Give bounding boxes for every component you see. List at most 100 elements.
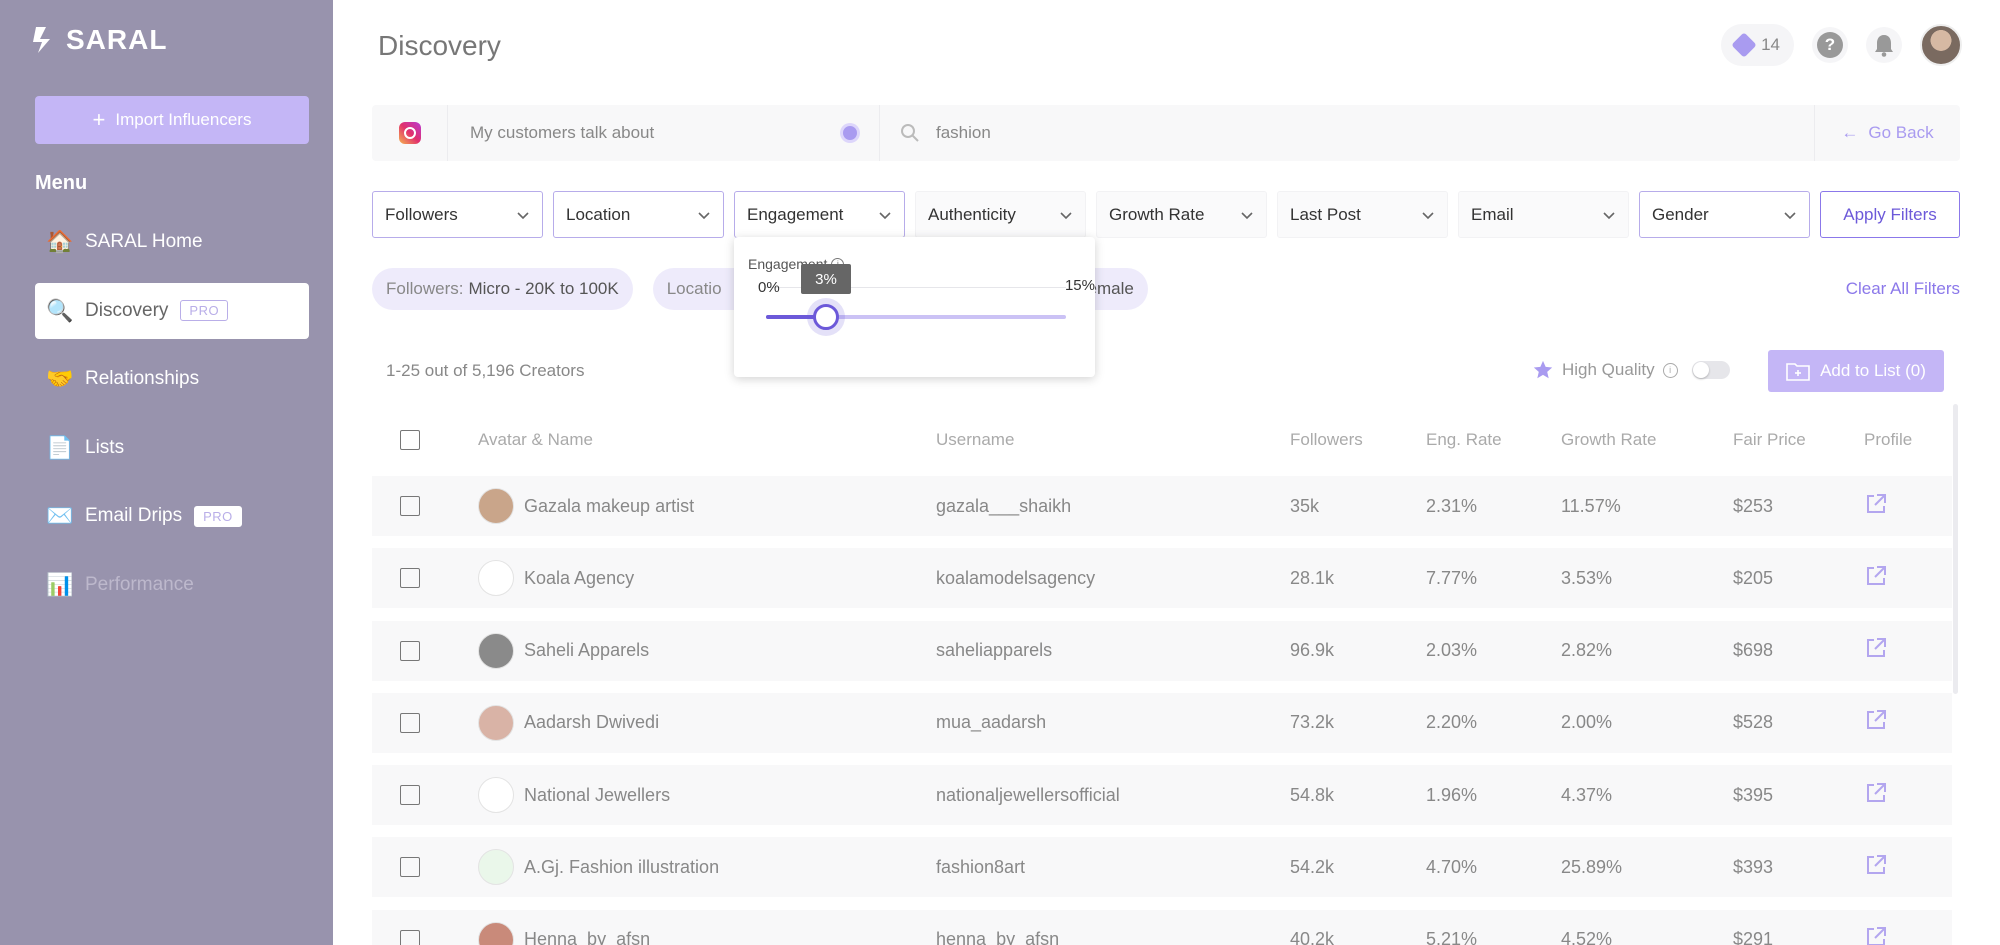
import-influencers-button[interactable]: + Import Influencers	[35, 96, 309, 144]
followers-cell: 35k	[1290, 495, 1320, 516]
table-row[interactable]: National Jewellers nationaljewellersoffi…	[372, 765, 1952, 826]
sidebar-item-saral-home[interactable]: 🏠 SARAL Home	[35, 214, 309, 270]
row-checkbox[interactable]	[400, 712, 420, 733]
fair-price-cell: $393	[1733, 856, 1774, 877]
filter-authenticity[interactable]: Authenticity	[915, 191, 1086, 238]
plus-icon: +	[92, 107, 106, 132]
diamond-icon	[1731, 32, 1757, 58]
creator-name: Saheli Apparels	[524, 640, 650, 661]
results-count: 1-25 out of 5,196 Creators	[386, 361, 585, 380]
creator-name: National Jewellers	[524, 784, 671, 805]
go-back-button[interactable]: ← Go Back	[1814, 105, 1960, 161]
brand-logo[interactable]: SARAL	[30, 24, 167, 56]
table-row[interactable]: A.Gj. Fashion illustration fashion8art 5…	[372, 837, 1952, 898]
creator-name-cell[interactable]: Saheli Apparels	[478, 632, 650, 669]
select-all-checkbox[interactable]	[400, 430, 420, 450]
creator-avatar	[478, 560, 514, 597]
saral-logo-icon	[33, 27, 50, 53]
creator-name-cell[interactable]: Gazala makeup artist	[478, 488, 694, 524]
creator-name: Henna_by_afsn	[524, 929, 651, 945]
sidebar-item-relationships[interactable]: 🤝 Relationships	[35, 351, 309, 407]
filter-label: Last Post	[1290, 204, 1361, 224]
creator-name-cell[interactable]: Koala Agency	[478, 560, 634, 597]
fair-price-cell: $698	[1733, 640, 1774, 661]
eng-rate-cell: 1.96%	[1426, 784, 1478, 805]
creator-name-cell[interactable]: National Jewellers	[478, 777, 671, 814]
filter-followers[interactable]: Followers	[372, 191, 543, 238]
growth-rate-cell: 4.37%	[1561, 784, 1613, 805]
credits-badge[interactable]: 14	[1721, 24, 1794, 66]
sidebar-nav: 🏠 SARAL Home 🔍 Discovery PRO 🤝 Relations…	[35, 214, 309, 625]
info-icon[interactable]: i	[1662, 362, 1678, 378]
external-link-icon	[1867, 638, 1886, 658]
external-link-icon	[1867, 927, 1886, 945]
engagement-slider[interactable]	[766, 304, 1066, 330]
filter-email[interactable]: Email	[1458, 191, 1629, 238]
platform-selector[interactable]	[372, 105, 448, 161]
creator-name-cell[interactable]: Aadarsh Dwivedi	[478, 704, 659, 741]
sidebar-item-email-drips[interactable]: ✉️ Email Drips PRO	[35, 488, 309, 544]
filter-label: Engagement	[747, 204, 844, 224]
creator-avatar	[478, 488, 514, 524]
open-profile-button[interactable]	[1864, 925, 1888, 945]
row-checkbox[interactable]	[400, 568, 420, 589]
eng-rate-cell: 2.03%	[1426, 640, 1478, 661]
table-row[interactable]: Aadarsh Dwivedi mua_aadarsh 73.2k 2.20% …	[372, 692, 1952, 753]
sidebar-item-performance[interactable]: 📊 Performance	[35, 557, 309, 613]
table-row[interactable]: Gazala makeup artist gazala___shaikh 35k…	[372, 476, 1952, 536]
go-back-label: Go Back	[1868, 123, 1934, 142]
row-checkbox[interactable]	[400, 929, 420, 945]
sidebar-item-lists[interactable]: 📄 Lists	[35, 420, 309, 476]
username-cell: koalamodelsagency	[936, 567, 1096, 588]
high-quality-toggle[interactable]	[1691, 361, 1730, 379]
row-checkbox[interactable]	[400, 496, 420, 516]
notifications-button[interactable]	[1866, 27, 1902, 63]
open-profile-button[interactable]	[1864, 781, 1888, 810]
filter-label: Gender	[1652, 204, 1709, 224]
clear-all-filters-link[interactable]: Clear All Filters	[1846, 279, 1960, 299]
slider-min-label: 0%	[758, 279, 780, 296]
high-quality-toggle-group: High Quality i	[1532, 359, 1730, 381]
add-to-list-button[interactable]: Add to List (0)	[1768, 350, 1944, 392]
creator-avatar	[478, 921, 514, 945]
apply-filters-button[interactable]: Apply Filters	[1820, 191, 1960, 238]
user-avatar[interactable]	[1920, 24, 1962, 66]
row-checkbox[interactable]	[400, 857, 420, 878]
filter-label: Followers	[385, 204, 458, 224]
creator-name-cell[interactable]: A.Gj. Fashion illustration	[478, 849, 720, 886]
table-row[interactable]: Henna_by_afsn henna_by_afsn 40.2k 5.21% …	[372, 909, 1952, 945]
search-mode-selector[interactable]: My customers talk about	[448, 105, 880, 161]
filter-location[interactable]: Location	[553, 191, 724, 238]
question-icon: ?	[1817, 32, 1843, 58]
filter-gender[interactable]: Gender	[1639, 191, 1810, 238]
external-link-icon	[1867, 782, 1886, 802]
open-profile-button[interactable]	[1864, 492, 1888, 521]
sidebar-item-discovery[interactable]: 🔍 Discovery PRO	[35, 282, 309, 339]
creator-name: A.Gj. Fashion illustration	[524, 856, 720, 877]
col-username: Username	[936, 430, 1015, 449]
table-row[interactable]: Koala Agency koalamodelsagency 28.1k 7.7…	[372, 548, 1952, 609]
help-button[interactable]: ?	[1812, 27, 1848, 63]
open-profile-button[interactable]	[1864, 636, 1888, 665]
chevron-down-icon	[1060, 211, 1072, 219]
col-growth-rate: Growth Rate	[1561, 430, 1657, 449]
chip-followers[interactable]: Followers: Micro - 20K to 100K	[372, 268, 633, 310]
row-checkbox[interactable]	[400, 785, 420, 806]
open-profile-button[interactable]	[1864, 564, 1888, 593]
growth-rate-cell: 25.89%	[1561, 856, 1623, 877]
row-checkbox[interactable]	[400, 640, 420, 661]
slider-thumb[interactable]	[813, 304, 839, 330]
table-scrollbar[interactable]	[1953, 404, 1958, 694]
open-profile-button[interactable]	[1864, 853, 1888, 882]
filter-growth-rate[interactable]: Growth Rate	[1096, 191, 1267, 238]
envelope-icon: ✉️	[46, 503, 74, 528]
filter-engagement[interactable]: Engagement	[734, 191, 905, 238]
filter-last-post[interactable]: Last Post	[1277, 191, 1448, 238]
table-row[interactable]: Saheli Apparels saheliapparels 96.9k 2.0…	[372, 620, 1952, 681]
handshake-icon: 🤝	[46, 366, 74, 391]
keyword-input[interactable]: fashion	[880, 123, 1814, 143]
page-title: Discovery	[378, 30, 501, 61]
creator-name-cell[interactable]: Henna_by_afsn	[478, 921, 651, 945]
open-profile-button[interactable]	[1864, 708, 1888, 737]
followers-cell: 73.2k	[1290, 712, 1335, 733]
